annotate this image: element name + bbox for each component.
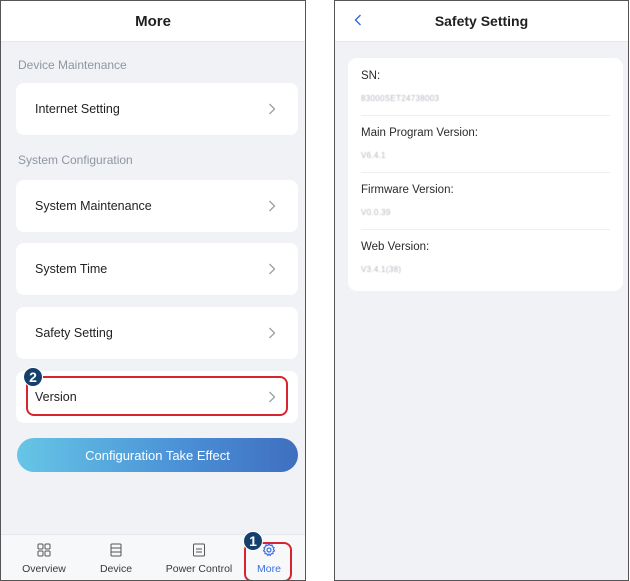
chevron-right-icon — [268, 103, 278, 115]
menu-item-safety-setting[interactable]: Safety Setting — [16, 307, 298, 359]
configuration-take-effect-button[interactable]: Configuration Take Effect — [17, 438, 298, 472]
page-title: More — [135, 12, 171, 30]
device-icon — [109, 543, 123, 557]
tab-overview[interactable]: Overview — [21, 543, 67, 575]
info-row-sn: SN: 83000SET24738003 — [361, 70, 610, 103]
divider — [361, 115, 610, 116]
menu-item-internet-setting[interactable]: Internet Setting — [16, 83, 298, 135]
section-label-system-configuration: System Configuration — [18, 153, 133, 167]
menu-item-label: Internet Setting — [35, 102, 120, 116]
grid-icon — [37, 543, 51, 557]
version-info-card: SN: 83000SET24738003 Main Program Versio… — [348, 58, 623, 291]
info-value: V3.4.1(38) — [361, 265, 402, 274]
menu-item-label: System Maintenance — [35, 199, 152, 213]
safety-setting-screen: Safety Setting SN: 83000SET24738003 Main… — [334, 0, 629, 581]
info-label: Web Version: — [361, 241, 430, 253]
section-label-device-maintenance: Device Maintenance — [18, 58, 127, 72]
menu-item-label: Safety Setting — [35, 326, 113, 340]
header-bar: Safety Setting — [335, 1, 628, 42]
step-badge-2: 2 — [23, 367, 43, 387]
chevron-right-icon — [268, 327, 278, 339]
chevron-right-icon — [268, 200, 278, 212]
step-badge-1: 1 — [243, 531, 263, 551]
tab-label: Overview — [22, 563, 66, 575]
info-label: Firmware Version: — [361, 184, 454, 196]
menu-item-system-time[interactable]: System Time — [16, 243, 298, 295]
info-value: V6.4.1 — [361, 151, 386, 160]
info-label: SN: — [361, 70, 381, 82]
info-row-firmware-version: Firmware Version: V0.0.39 — [361, 184, 610, 217]
tab-power-control[interactable]: Power Control — [159, 543, 239, 575]
divider — [361, 172, 610, 173]
menu-item-system-maintenance[interactable]: System Maintenance — [16, 180, 298, 232]
info-value: V0.0.39 — [361, 208, 391, 217]
version-highlight-box — [26, 376, 288, 416]
divider — [361, 229, 610, 230]
back-chevron-icon[interactable] — [347, 9, 369, 31]
info-value: 83000SET24738003 — [361, 94, 440, 103]
chevron-right-icon — [268, 263, 278, 275]
page-title: Safety Setting — [434, 13, 529, 29]
info-row-main-program-version: Main Program Version: V6.4.1 — [361, 127, 610, 160]
power-control-icon — [192, 543, 206, 557]
bottom-tab-bar: Overview Device Power Control More 1 — [1, 531, 305, 580]
header-bar: More — [1, 1, 305, 42]
tab-label: Device — [99, 563, 133, 575]
more-screen: More Device Maintenance Internet Setting… — [0, 0, 306, 581]
tab-label: Power Control — [165, 563, 233, 575]
info-row-web-version: Web Version: V3.4.1(38) — [361, 241, 610, 274]
menu-item-label: System Time — [35, 262, 108, 276]
info-label: Main Program Version: — [361, 127, 478, 139]
tab-device[interactable]: Device — [97, 543, 135, 575]
